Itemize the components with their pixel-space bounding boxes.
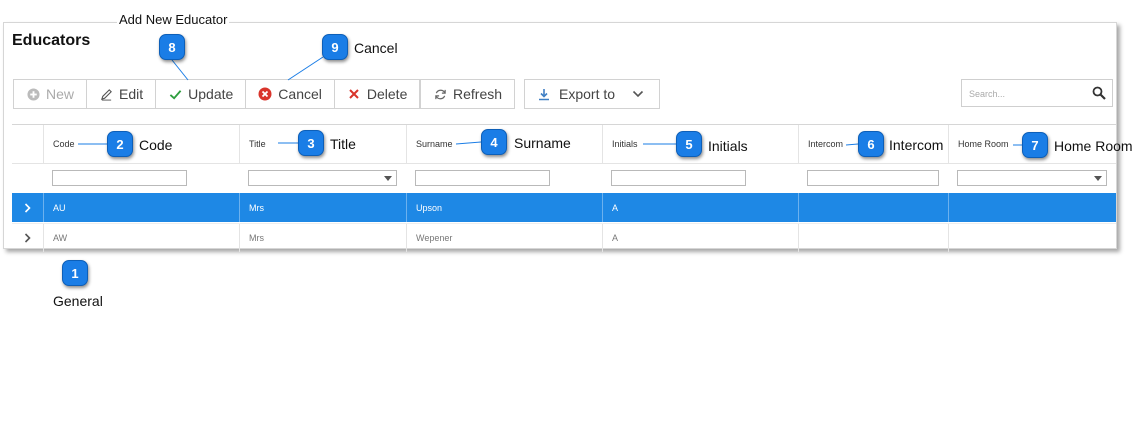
check-icon — [168, 87, 182, 101]
edit-button-label: Edit — [119, 86, 144, 102]
plus-circle-icon — [26, 87, 40, 101]
filter-code-cell — [43, 163, 239, 192]
chevron-right-icon — [24, 202, 31, 213]
export-button-label: Export to — [559, 86, 616, 102]
callout-6-label: Intercom — [889, 137, 944, 153]
callout-2-label: Code — [139, 137, 173, 153]
delete-button[interactable]: Delete — [335, 80, 419, 108]
filter-title-cell — [239, 163, 406, 192]
export-dropdown[interactable]: Export to — [525, 80, 659, 108]
pencil-icon — [99, 87, 113, 101]
new-button[interactable]: New — [14, 80, 88, 108]
x-icon — [347, 87, 361, 101]
filter-home-room-cell — [948, 163, 1116, 192]
cell-initials: A — [602, 224, 798, 252]
search-box — [961, 79, 1113, 107]
callout-6-badge: 6 — [858, 131, 884, 157]
chevron-down-icon — [1094, 175, 1102, 181]
callout-4-label: Surname — [514, 135, 571, 151]
cell-intercom — [798, 193, 948, 222]
cell-title: Mrs — [239, 193, 406, 222]
cell-title: Mrs — [239, 224, 406, 252]
search-input[interactable] — [967, 81, 1091, 107]
filter-title-select[interactable] — [248, 169, 397, 186]
cell-code: AW — [43, 224, 239, 252]
callout-4-badge: 4 — [481, 129, 507, 155]
refresh-icon — [433, 87, 447, 101]
refresh-button[interactable]: Refresh — [421, 80, 514, 108]
cell-intercom — [798, 224, 948, 252]
callout-3-badge: 3 — [298, 130, 324, 156]
delete-button-label: Delete — [366, 86, 408, 102]
callout-1-label: General — [53, 293, 103, 309]
cell-home-room — [948, 224, 1116, 252]
filter-intercom-cell — [798, 163, 948, 192]
filter-initials-cell — [602, 163, 798, 192]
filter-intercom-input[interactable] — [807, 169, 939, 186]
table-row[interactable]: AW Mrs Wepener A — [12, 223, 1116, 252]
callout-5-label: Initials — [708, 138, 748, 154]
update-button-label: Update — [188, 86, 234, 102]
callout-7-badge: 7 — [1022, 132, 1048, 158]
filter-initials-input[interactable] — [611, 169, 746, 186]
callout-9-label: Cancel — [354, 40, 398, 56]
cell-code: AU — [43, 193, 239, 222]
magnifier-icon[interactable] — [1092, 86, 1106, 105]
callout-1-badge: 1 — [62, 260, 88, 286]
export-toolbar: Export to — [524, 79, 661, 109]
edit-button[interactable]: Edit — [87, 80, 157, 108]
download-icon — [537, 87, 551, 101]
update-button[interactable]: Update — [156, 80, 247, 108]
callout-8-label: Add New Educator — [117, 12, 230, 27]
callout-9-badge: 9 — [322, 34, 348, 60]
refresh-button-label: Refresh — [453, 86, 503, 102]
cell-initials: A — [602, 193, 798, 222]
cell-home-room — [948, 193, 1116, 222]
row-expand-toggle[interactable] — [12, 224, 43, 252]
cell-surname: Upson — [406, 193, 602, 222]
callout-7-label: Home Room — [1054, 138, 1133, 154]
filter-surname-cell — [406, 163, 602, 192]
x-circle-icon — [258, 87, 272, 101]
page-title: Educators — [12, 32, 91, 49]
callout-8-badge: 8 — [159, 34, 185, 60]
filter-home-room-select[interactable] — [957, 169, 1107, 186]
refresh-toolbar: Refresh — [420, 79, 516, 109]
chevron-right-icon — [24, 233, 31, 243]
cell-surname: Wepener — [406, 224, 602, 252]
filter-code-input[interactable] — [52, 169, 187, 186]
filter-surname-input[interactable] — [415, 169, 550, 186]
chevron-down-icon — [384, 175, 392, 181]
table-row[interactable]: AU Mrs Upson A — [12, 193, 1116, 222]
callout-2-badge: 2 — [107, 131, 133, 157]
callout-3-label: Title — [330, 136, 356, 152]
cancel-button-label: Cancel — [278, 86, 322, 102]
cancel-button[interactable]: Cancel — [246, 80, 335, 108]
new-button-label: New — [46, 86, 75, 102]
grid-filter-row — [12, 163, 1116, 192]
header-expand-cell — [12, 125, 43, 163]
row-expand-toggle[interactable] — [12, 193, 43, 222]
edit-toolbar: New Edit Update Cancel Delete — [13, 79, 421, 109]
filter-expand-cell — [12, 163, 43, 192]
callout-5-badge: 5 — [676, 131, 702, 157]
chevron-down-icon — [631, 87, 645, 101]
